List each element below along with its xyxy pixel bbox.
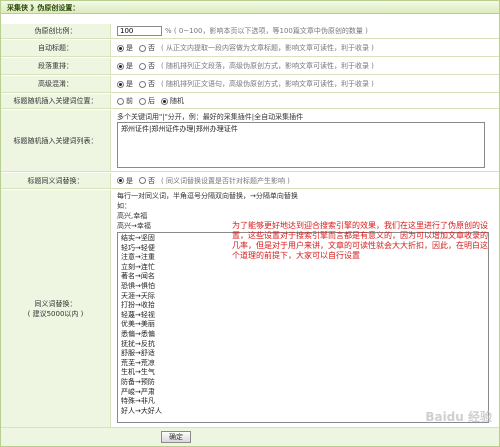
radio-icon[interactable] — [139, 177, 146, 184]
page-title: 采集侠 》伪原创设置： — [7, 4, 80, 12]
synonym-title-yes-option[interactable]: 是 — [117, 176, 133, 186]
para-shuffle-no-option[interactable]: 否 — [139, 61, 155, 71]
keyword-list-textarea[interactable]: 郑州证件|郑州证件办理|郑州办理证件 — [117, 122, 485, 168]
radio-icon[interactable] — [139, 44, 146, 52]
option-label: 否 — [148, 62, 155, 70]
ratio-row: 伪原创比例： % ( 0~100，影响本页以下选项，等100篇文章中伪原创的数量… — [1, 24, 499, 39]
ratio-label: 伪原创比例： — [1, 24, 111, 38]
option-label: 是 — [126, 80, 133, 88]
radio-icon[interactable] — [117, 97, 124, 105]
keyword-position-random-option[interactable]: 随机 — [161, 96, 184, 106]
option-label: 后 — [148, 97, 155, 105]
option-label: 前 — [126, 97, 133, 105]
keyword-position-front-option[interactable]: 前 — [117, 96, 133, 106]
keyword-position-back-option[interactable]: 后 — [139, 96, 155, 106]
synonym-label: 同义词替换： — [34, 299, 77, 308]
option-label: 是 — [126, 44, 133, 52]
page-header: 采集侠 》伪原创设置： — [1, 1, 499, 14]
option-label: 是 — [126, 176, 133, 185]
radio-selected-icon[interactable] — [117, 44, 124, 52]
synonym-example1: 高兴,幸福 — [117, 212, 148, 220]
synonym-hint-line1: 每行一对同义词，半角逗号分隔双向替换，→分隔单向替换 — [117, 192, 298, 200]
para-shuffle-label: 段落重排： — [1, 58, 111, 74]
synonym-sublabel: ( 建议5000以内 ) — [27, 309, 84, 318]
auto-title-row: 自动标题： 是 否 ( 从正文内提取一段内容做为文章标题，影响文章可读性，利于收… — [1, 40, 499, 57]
auto-title-label: 自动标题： — [1, 40, 111, 56]
sentence-shuffle-no-option[interactable]: 否 — [139, 79, 155, 89]
option-label: 否 — [148, 80, 155, 88]
para-shuffle-yes-option[interactable]: 是 — [117, 61, 133, 71]
sentence-shuffle-row: 高级混淆： 是 否 ( 随机排列正文语句，高级伪原创方式，影响文章可读性，利于收… — [1, 76, 499, 93]
submit-button[interactable]: 确定 — [161, 431, 191, 443]
auto-title-hint: ( 从正文内提取一段内容做为文章标题，影响文章可读性，利于收录 ) — [161, 44, 374, 52]
sentence-shuffle-yes-option[interactable]: 是 — [117, 79, 133, 89]
auto-title-yes-option[interactable]: 是 — [117, 43, 133, 53]
para-shuffle-row: 段落重排： 是 否 ( 随机排列正文段落，高级伪原创方式，影响文章可读性，利于收… — [1, 58, 499, 75]
option-label: 是 — [126, 62, 133, 70]
form-footer: 确定 — [1, 427, 499, 446]
radio-icon[interactable] — [139, 80, 146, 88]
red-annotation-text: 为了能够更好地达到迎合搜索引擎的效果，我们在这里进行了伪原创的设置，这些设置对于… — [232, 221, 488, 260]
option-label: 随机 — [170, 97, 184, 105]
synonym-example2: 高兴→幸福 — [117, 222, 151, 230]
keyword-list-label: 标题随机插入关键词列表： — [1, 110, 111, 171]
synonym-title-row: 标题同义词替换： 是 否 ( 同义词替换设置是否针对标题产生影响 ) — [1, 173, 499, 189]
keyword-list-hint: 多个关键词用"|"分开，例：最好的采集插件|全自动采集插件 — [117, 113, 304, 121]
synonym-title-hint: ( 同义词替换设置是否针对标题产生影响 ) — [161, 176, 290, 185]
synonym-title-no-option[interactable]: 否 — [139, 176, 155, 186]
auto-title-no-option[interactable]: 否 — [139, 43, 155, 53]
radio-icon[interactable] — [139, 62, 146, 70]
keyword-position-label: 标题随机插入关键词位置： — [1, 94, 111, 108]
para-shuffle-hint: ( 随机排列正文段落，高级伪原创方式，影响文章可读性，利于收录 ) — [161, 62, 374, 70]
radio-selected-icon[interactable] — [117, 177, 124, 184]
ratio-input[interactable] — [117, 26, 162, 36]
ratio-hint: % ( 0~100，影响本页以下选项，等100篇文章中伪原创的数量 ) — [165, 27, 368, 35]
radio-selected-icon[interactable] — [161, 97, 168, 105]
option-label: 否 — [148, 176, 155, 185]
option-label: 否 — [148, 44, 155, 52]
sentence-shuffle-hint: ( 随机排列正文语句，高级伪原创方式，影响文章可读性，利于收录 ) — [161, 80, 374, 88]
sentence-shuffle-label: 高级混淆： — [1, 76, 111, 92]
synonym-label-cell: 同义词替换： ( 建议5000以内 ) — [1, 190, 111, 427]
radio-selected-icon[interactable] — [117, 62, 124, 70]
watermark-logo: Baidu 经验 — [425, 410, 492, 424]
synonym-title-label: 标题同义词替换： — [1, 173, 111, 188]
radio-selected-icon[interactable] — [117, 80, 124, 88]
radio-icon[interactable] — [139, 97, 146, 105]
keyword-position-row: 标题随机插入关键词位置： 前 后 随机 — [1, 94, 499, 109]
synonym-hint-line2: 如： — [117, 202, 131, 210]
keyword-list-row: 标题随机插入关键词列表： 多个关键词用"|"分开，例：最好的采集插件|全自动采集… — [1, 110, 499, 172]
